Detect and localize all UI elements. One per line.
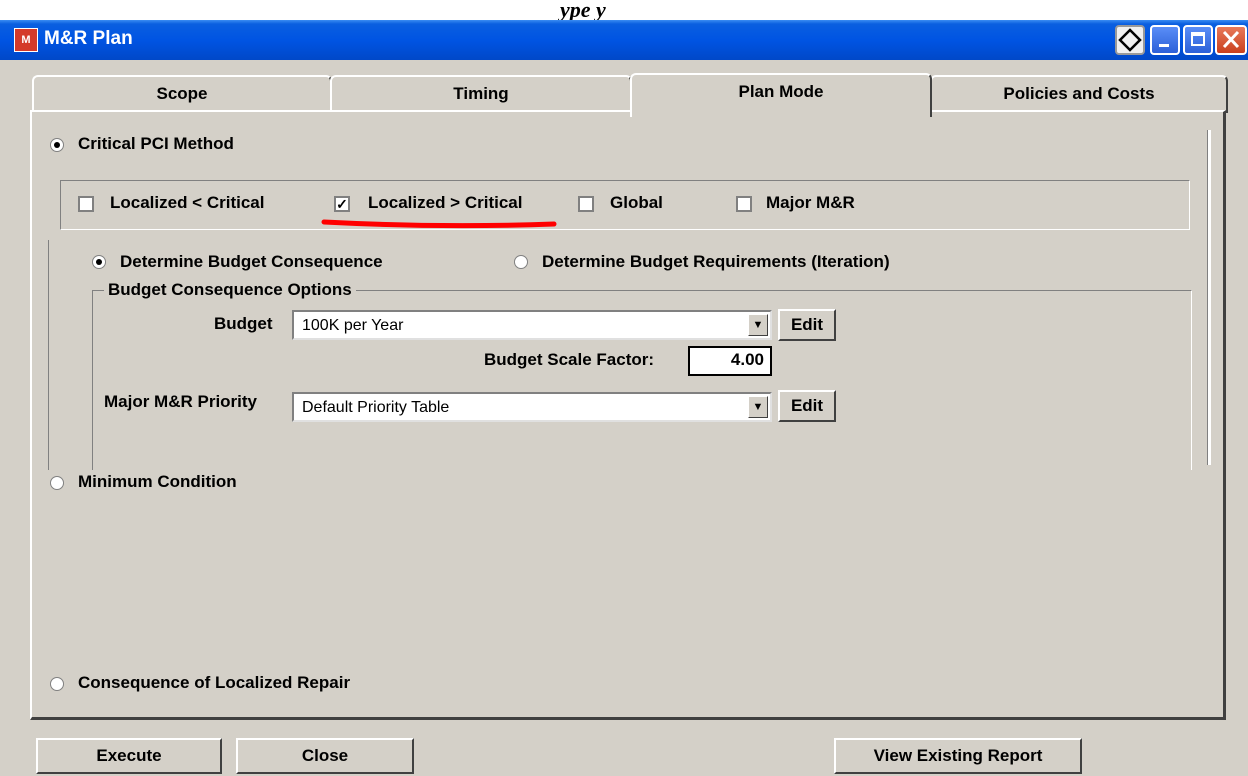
budget-select[interactable]: 100K per Year ▼: [292, 310, 772, 340]
chevron-down-icon[interactable]: ▼: [748, 314, 768, 336]
tab-timing[interactable]: Timing: [330, 75, 632, 113]
priority-select[interactable]: Default Priority Table ▼: [292, 392, 772, 422]
minimize-button[interactable]: [1150, 25, 1180, 55]
minimum-condition-label: Minimum Condition: [78, 472, 237, 491]
budget-scale-factor-input[interactable]: 4.00: [688, 346, 772, 376]
left-group-line: [48, 240, 49, 470]
determine-budget-requirements-label: Determine Budget Requirements (Iteration…: [542, 252, 890, 271]
radio-determine-budget-consequence[interactable]: [92, 255, 106, 269]
localized-lt-critical-label: Localized < Critical: [110, 193, 265, 212]
app-icon: M: [14, 28, 38, 52]
consequence-localized-repair-label: Consequence of Localized Repair: [78, 673, 351, 692]
close-window-button[interactable]: [1215, 25, 1247, 55]
close-button[interactable]: Close: [236, 738, 414, 774]
budget-label: Budget: [214, 314, 273, 333]
major-mr-priority-label: Major M&R Priority: [104, 392, 258, 411]
budget-scale-factor-label: Budget Scale Factor:: [484, 350, 655, 369]
checkbox-major-mr[interactable]: [736, 196, 752, 212]
title-bar: M M&R Plan: [0, 20, 1248, 60]
priority-edit-button[interactable]: Edit: [778, 390, 836, 422]
tab-plan-mode[interactable]: Plan Mode: [630, 73, 932, 117]
close-label: Close: [301, 746, 349, 765]
determine-budget-consequence-label: Determine Budget Consequence: [120, 252, 383, 271]
chevron-down-icon[interactable]: ▼: [748, 396, 768, 418]
red-underline-annotation: [321, 219, 557, 229]
critical-pci-label: Critical PCI Method: [78, 134, 234, 153]
tab-scope[interactable]: Scope: [32, 75, 332, 113]
maximize-button[interactable]: [1183, 25, 1213, 55]
radio-minimum-condition[interactable]: [50, 476, 64, 490]
checkbox-global[interactable]: [578, 196, 594, 212]
localized-gt-critical-label: Localized > Critical: [368, 193, 523, 212]
budget-edit-button[interactable]: Edit: [778, 309, 836, 341]
right-group-line: [1207, 130, 1211, 465]
view-existing-report-label: View Existing Report: [873, 746, 1043, 765]
global-label: Global: [610, 193, 663, 212]
view-existing-report-button[interactable]: View Existing Report: [834, 738, 1082, 774]
partial-heading: ype y: [560, 0, 606, 22]
window-title: M&R Plan: [44, 28, 133, 49]
major-mr-label: Major M&R: [766, 193, 855, 212]
checkbox-localized-lt-critical[interactable]: [78, 196, 94, 212]
budget-consequence-options-label: Budget Consequence Options: [104, 280, 356, 300]
tab-policies-and-costs[interactable]: Policies and Costs: [930, 75, 1228, 113]
radio-critical-pci[interactable]: [50, 138, 64, 152]
priority-select-value: Default Priority Table: [302, 399, 450, 416]
radio-consequence-localized-repair[interactable]: [50, 677, 64, 691]
checkbox-localized-gt-critical[interactable]: ✓: [334, 196, 350, 212]
execute-button[interactable]: Execute: [36, 738, 222, 774]
diamond-icon[interactable]: [1115, 25, 1145, 55]
radio-determine-budget-requirements[interactable]: [514, 255, 528, 269]
budget-select-value: 100K per Year: [302, 317, 404, 334]
execute-label: Execute: [96, 746, 162, 765]
